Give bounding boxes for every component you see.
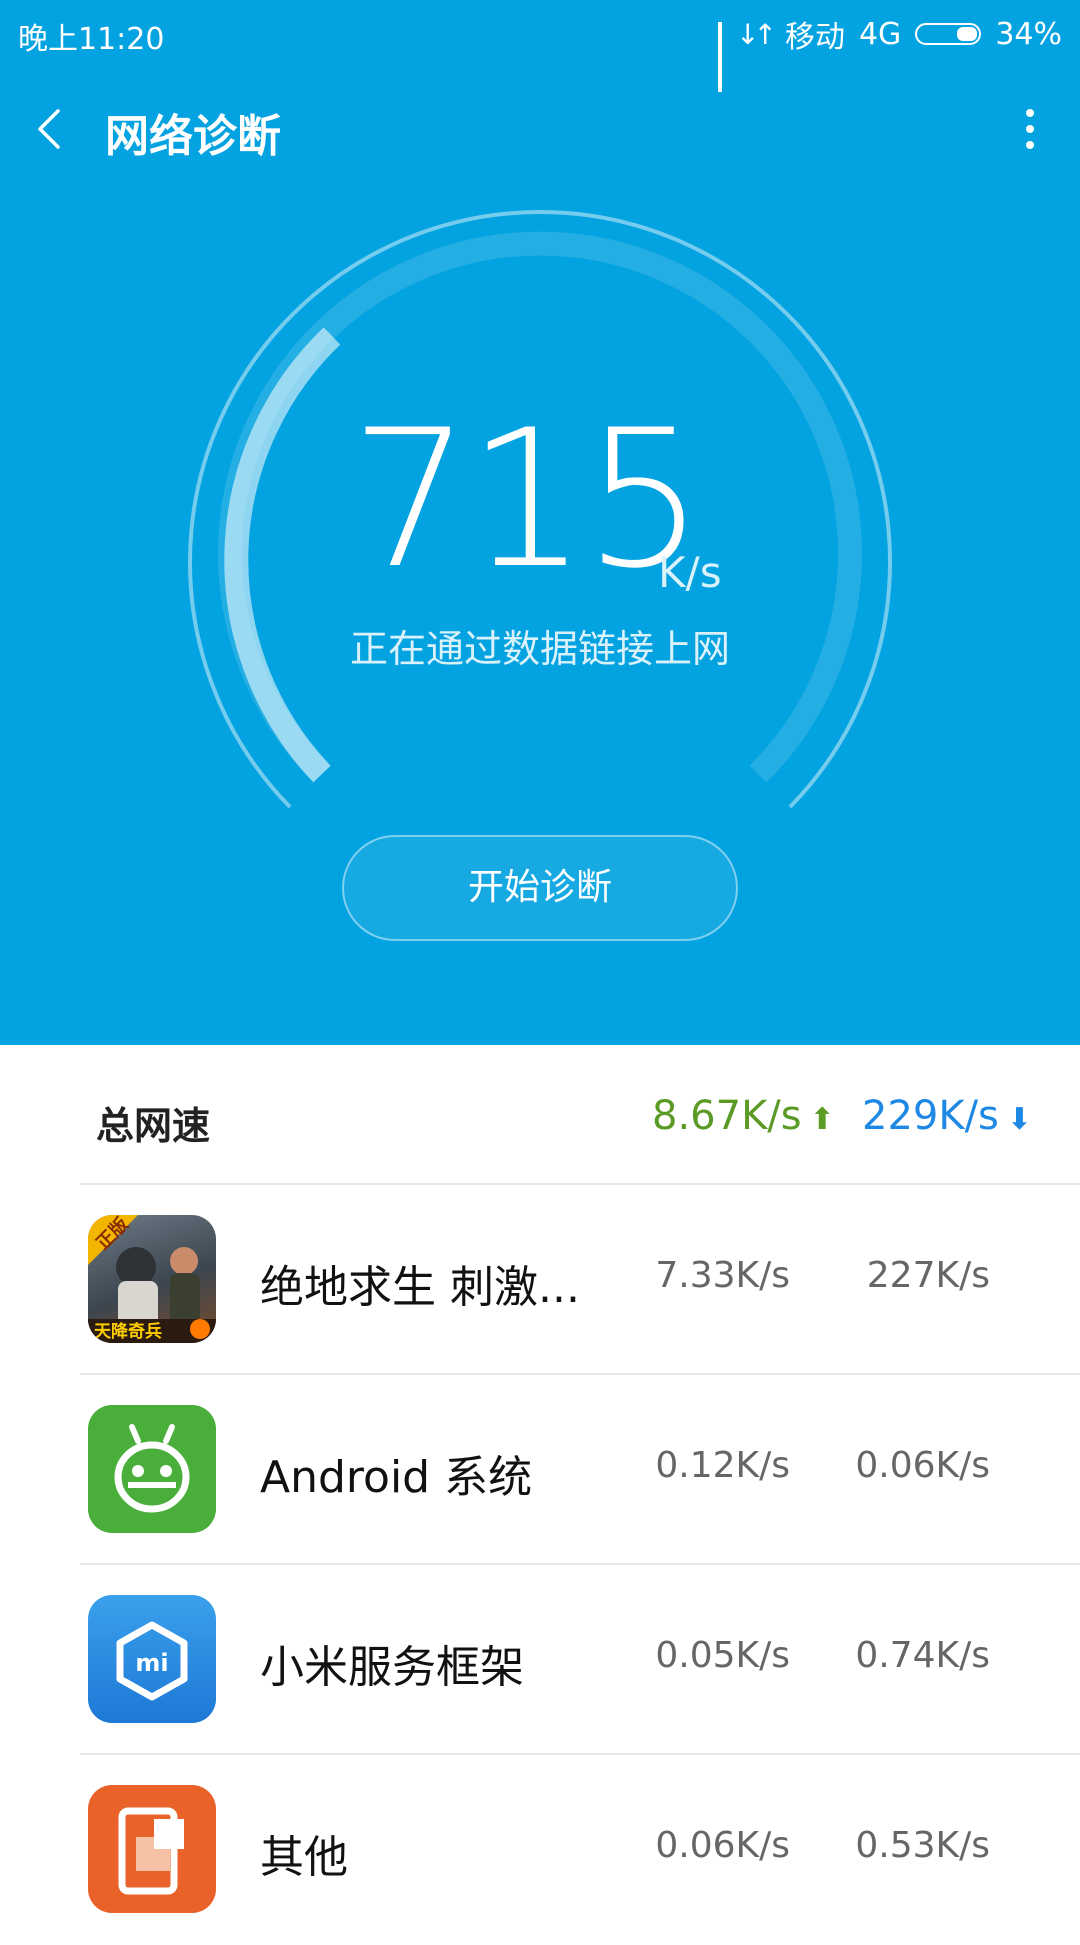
speed-unit: K/s bbox=[658, 548, 722, 597]
list-item[interactable]: 其他 0.06K/s 0.53K/s bbox=[80, 1755, 1080, 1945]
list-item[interactable]: 正版 天降奇兵 绝地求生 刺激... 7.33K/s 227K/s bbox=[80, 1185, 1080, 1375]
total-speed-row: 总网速 8.67K/s ⬆ 229K/s ⬇ bbox=[80, 1045, 1080, 1185]
total-speed-label: 总网速 bbox=[96, 1104, 211, 1148]
app-name: 绝地求生 刺激... bbox=[260, 1262, 580, 1313]
mi-service-icon: mi bbox=[88, 1595, 216, 1723]
app-download-speed: 0.74K/s bbox=[855, 1635, 990, 1676]
total-upload-value: 8.67K/s bbox=[652, 1093, 802, 1139]
total-download-value: 229K/s bbox=[862, 1093, 999, 1139]
app-download-speed: 227K/s bbox=[866, 1255, 990, 1296]
gauge-progress bbox=[224, 327, 341, 783]
total-download-speed: 229K/s ⬇ bbox=[862, 1093, 1032, 1139]
app-name: 小米服务框架 bbox=[260, 1642, 524, 1693]
other-apps-icon bbox=[88, 1785, 216, 1913]
list-item[interactable]: Android 系统 0.12K/s 0.06K/s bbox=[80, 1375, 1080, 1565]
app-upload-speed: 0.06K/s bbox=[655, 1825, 790, 1866]
game-banner-text: 天降奇兵 bbox=[94, 1321, 162, 1342]
download-arrow-icon: ⬇ bbox=[1006, 1102, 1033, 1137]
list-item[interactable]: mi 小米服务框架 0.05K/s 0.74K/s bbox=[80, 1565, 1080, 1755]
total-upload-speed: 8.67K/s ⬆ bbox=[652, 1093, 835, 1139]
speed-value: 715 bbox=[350, 389, 705, 610]
app-name: 其他 bbox=[260, 1832, 348, 1883]
app-upload-speed: 0.12K/s bbox=[655, 1445, 790, 1486]
app-download-speed: 0.06K/s bbox=[855, 1445, 990, 1486]
pubg-game-icon: 正版 天降奇兵 bbox=[88, 1215, 216, 1343]
upload-arrow-icon: ⬆ bbox=[809, 1102, 835, 1137]
header-area: 晚上11:20 ↓↑ 移动 4G 34% 网络诊断 715 K/s 正在通过数据… bbox=[0, 0, 1080, 1045]
mi-logo-text: mi bbox=[135, 1649, 168, 1677]
start-diagnosis-button[interactable]: 开始诊断 bbox=[342, 835, 738, 941]
app-upload-speed: 7.33K/s bbox=[655, 1255, 790, 1296]
app-name: Android 系统 bbox=[260, 1452, 533, 1503]
connection-status: 正在通过数据链接上网 bbox=[349, 627, 730, 671]
android-icon bbox=[88, 1405, 216, 1533]
app-upload-speed: 0.05K/s bbox=[655, 1635, 790, 1676]
app-download-speed: 0.53K/s bbox=[855, 1825, 990, 1866]
